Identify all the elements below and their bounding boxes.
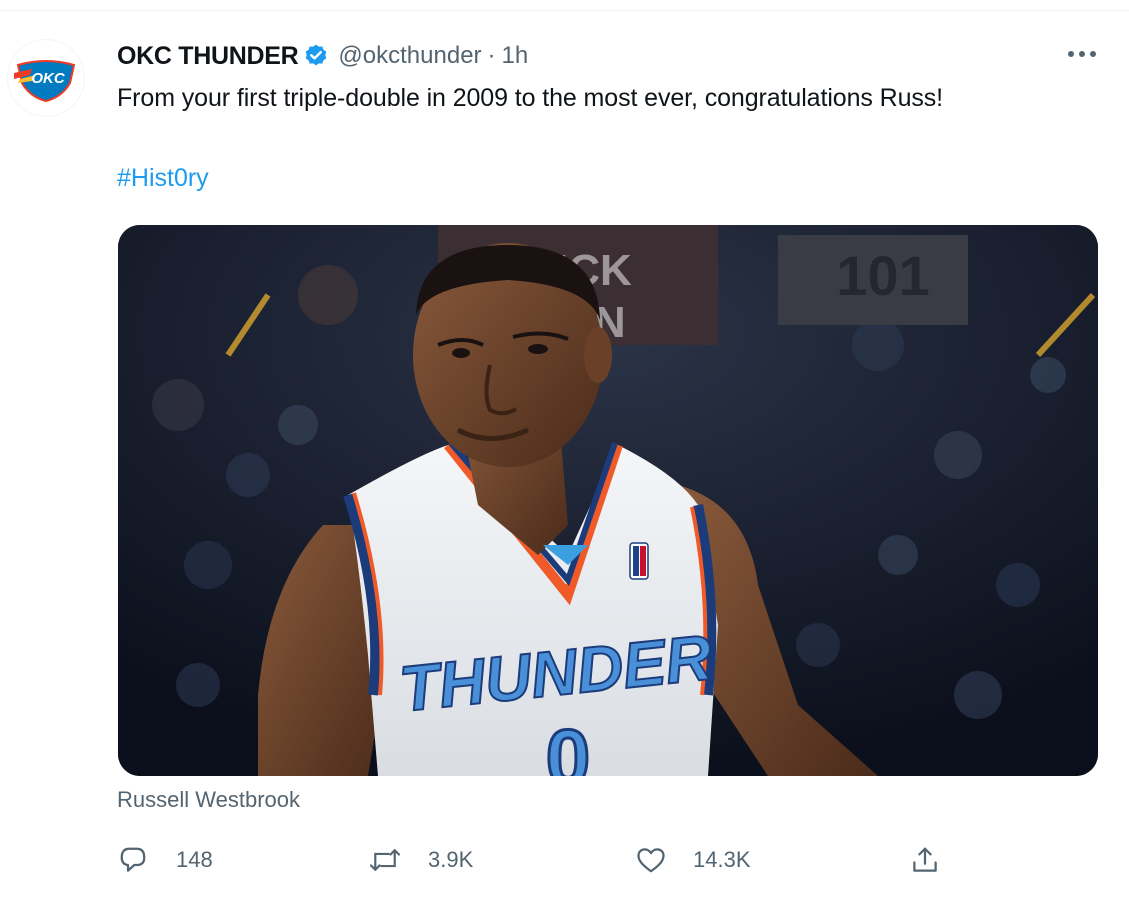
timestamp[interactable]: 1h	[502, 42, 529, 70]
verified-badge-icon	[303, 43, 329, 69]
reply-icon	[116, 843, 150, 877]
display-name[interactable]: OKC THUNDER	[117, 42, 299, 71]
player-photo: NICK SON 101 THUNDER 0	[118, 225, 1098, 776]
tweet-text: From your first triple-double in 2009 to…	[117, 84, 944, 112]
share-icon	[908, 843, 942, 877]
like-icon	[634, 843, 668, 877]
tweet-actions: 148 3.9K 14.3K	[0, 838, 1129, 882]
account-handle[interactable]: @okcthunder	[338, 42, 481, 70]
tweet-header: OKC THUNDER @okcthunder · 1h	[117, 38, 528, 74]
tweet-photo[interactable]: NICK SON 101 THUNDER 0	[118, 225, 1098, 776]
logo-text: OKC	[31, 70, 66, 87]
retweet-button[interactable]: 3.9K	[368, 838, 473, 882]
hashtag-link[interactable]: #Hist0ry	[117, 164, 209, 193]
separator-dot: ·	[487, 42, 496, 69]
jersey-number: 0	[546, 713, 591, 776]
tweet[interactable]: OKC OKC THUNDER @okcthunder · 1h From yo…	[0, 0, 1129, 900]
retweet-icon	[368, 843, 402, 877]
background-number: 101	[836, 244, 929, 307]
reply-button[interactable]: 148	[116, 838, 213, 882]
photo-caption[interactable]: Russell Westbrook	[117, 787, 300, 813]
like-button[interactable]: 14.3K	[634, 838, 751, 882]
more-options-icon[interactable]	[1062, 40, 1102, 68]
reply-count: 148	[176, 847, 213, 872]
okc-thunder-logo: OKC	[14, 60, 76, 103]
retweet-count: 3.9K	[428, 847, 474, 872]
share-button[interactable]	[908, 838, 942, 882]
like-count: 14.3K	[693, 847, 751, 872]
avatar[interactable]: OKC	[8, 40, 84, 116]
